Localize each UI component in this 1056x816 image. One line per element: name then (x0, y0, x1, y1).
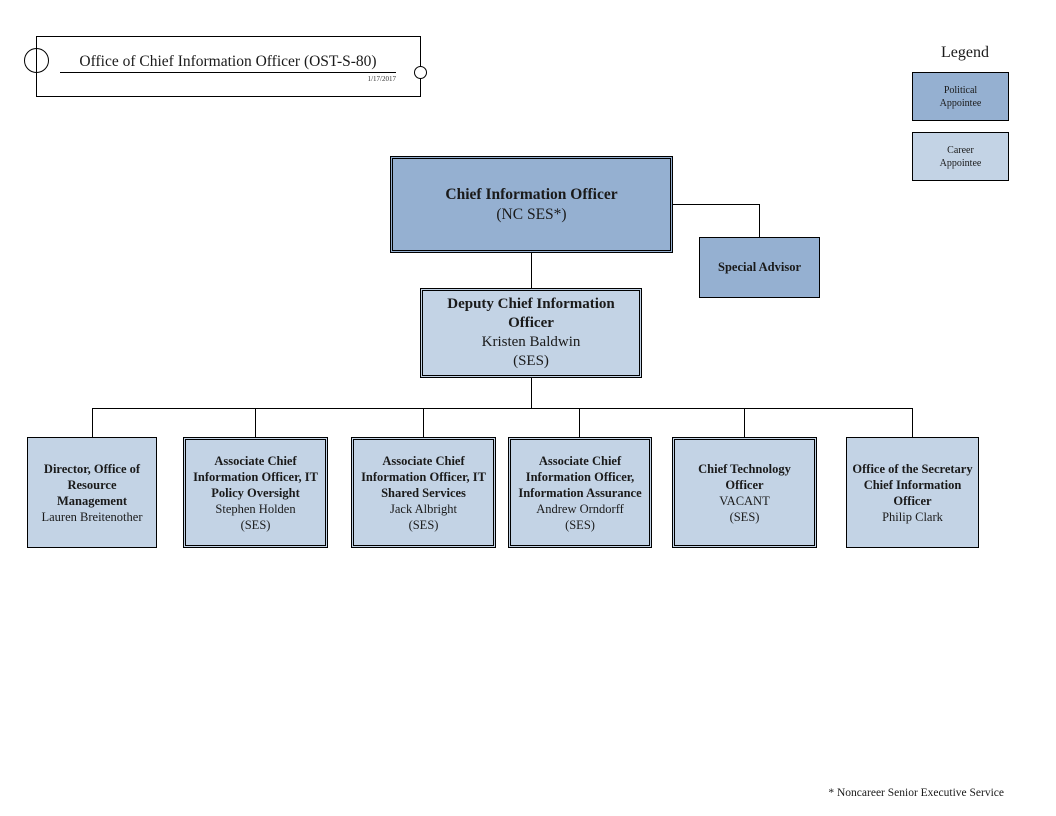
node-person: Kristen Baldwin (481, 334, 581, 350)
node-title: Policy Oversight (211, 485, 300, 500)
node-acio-shared-services[interactable]: Associate Chief Information Officer, IT … (351, 437, 496, 548)
node-director-resource-management[interactable]: Director, Office of Resource Management … (27, 437, 157, 548)
node-title: Information Officer, (525, 469, 635, 484)
node-special-advisor[interactable]: Special Advisor (699, 237, 820, 298)
node-person: VACANT (719, 493, 770, 508)
node-title: Deputy Chief Information (447, 296, 615, 312)
connector-line (92, 408, 913, 409)
node-os-cio[interactable]: Office of the Secretary Chief Informatio… (846, 437, 979, 548)
node-deputy-cio[interactable]: Deputy Chief Information Officer Kristen… (420, 288, 642, 378)
node-chief-information-officer[interactable]: Chief Information Officer (NC SES*) (390, 156, 673, 253)
node-person: Jack Albright (389, 501, 457, 516)
node-grade: (SES) (513, 353, 549, 369)
node-title: Shared Services (381, 485, 466, 500)
connector-line (423, 408, 424, 437)
connector-line (673, 204, 760, 205)
node-title: Chief Technology (698, 461, 791, 476)
legend-label: Appointee (939, 97, 982, 109)
connector-line (759, 204, 760, 237)
connector-line (531, 253, 532, 288)
node-title: Resource (67, 477, 117, 492)
connector-line (531, 378, 532, 408)
node-title: Management (56, 493, 128, 508)
footnote: * Noncareer Senior Executive Service (828, 787, 1004, 799)
connector-line (912, 408, 913, 437)
node-title: Office of the Secretary (852, 461, 973, 476)
legend-political: Political Appointee (912, 72, 1009, 121)
connector-line (255, 408, 256, 437)
node-title: Associate Chief (538, 453, 622, 468)
node-title: Information Assurance (518, 485, 642, 500)
circle-marker-icon (414, 66, 427, 79)
node-grade: (SES) (729, 509, 760, 524)
legend-label: Political (943, 84, 978, 96)
node-acio-information-assurance[interactable]: Associate Chief Information Officer, Inf… (508, 437, 652, 548)
legend-career: Career Appointee (912, 132, 1009, 181)
chart-date: 1/17/2017 (367, 75, 396, 83)
node-grade: (SES) (240, 517, 271, 532)
node-title: Chief Information (863, 477, 962, 492)
connector-line (92, 408, 93, 437)
node-title: Information Officer, IT (193, 469, 318, 484)
node-acio-policy-oversight[interactable]: Associate Chief Information Officer, IT … (183, 437, 328, 548)
node-title: Officer (508, 315, 554, 331)
connector-line (579, 408, 580, 437)
node-person: Andrew Orndorff (536, 501, 624, 516)
node-grade: (SES) (565, 517, 595, 532)
node-title: Officer (893, 493, 932, 508)
node-title: Director, Office of (43, 461, 141, 476)
node-person: Philip Clark (882, 509, 943, 524)
node-person: Lauren Breitenother (41, 509, 143, 524)
connector-line (744, 408, 745, 437)
node-title: Chief Information Officer (445, 185, 618, 203)
circle-marker-icon (24, 48, 49, 73)
legend-title: Legend (941, 44, 989, 61)
node-title: Associate Chief (382, 453, 465, 468)
node-person: Stephen Holden (215, 501, 296, 516)
legend-label: Career (947, 144, 974, 156)
node-grade: (NC SES*) (496, 205, 567, 223)
node-title: Associate Chief (214, 453, 297, 468)
node-chief-technology-officer[interactable]: Chief Technology Officer VACANT (SES) (672, 437, 817, 548)
legend-label: Appointee (939, 157, 982, 169)
node-title: Special Advisor (718, 260, 801, 274)
node-grade: (SES) (408, 517, 439, 532)
chart-title: Office of Chief Information Officer (OST… (60, 53, 396, 73)
node-title: Information Officer, IT (361, 469, 486, 484)
node-title: Officer (725, 477, 764, 492)
